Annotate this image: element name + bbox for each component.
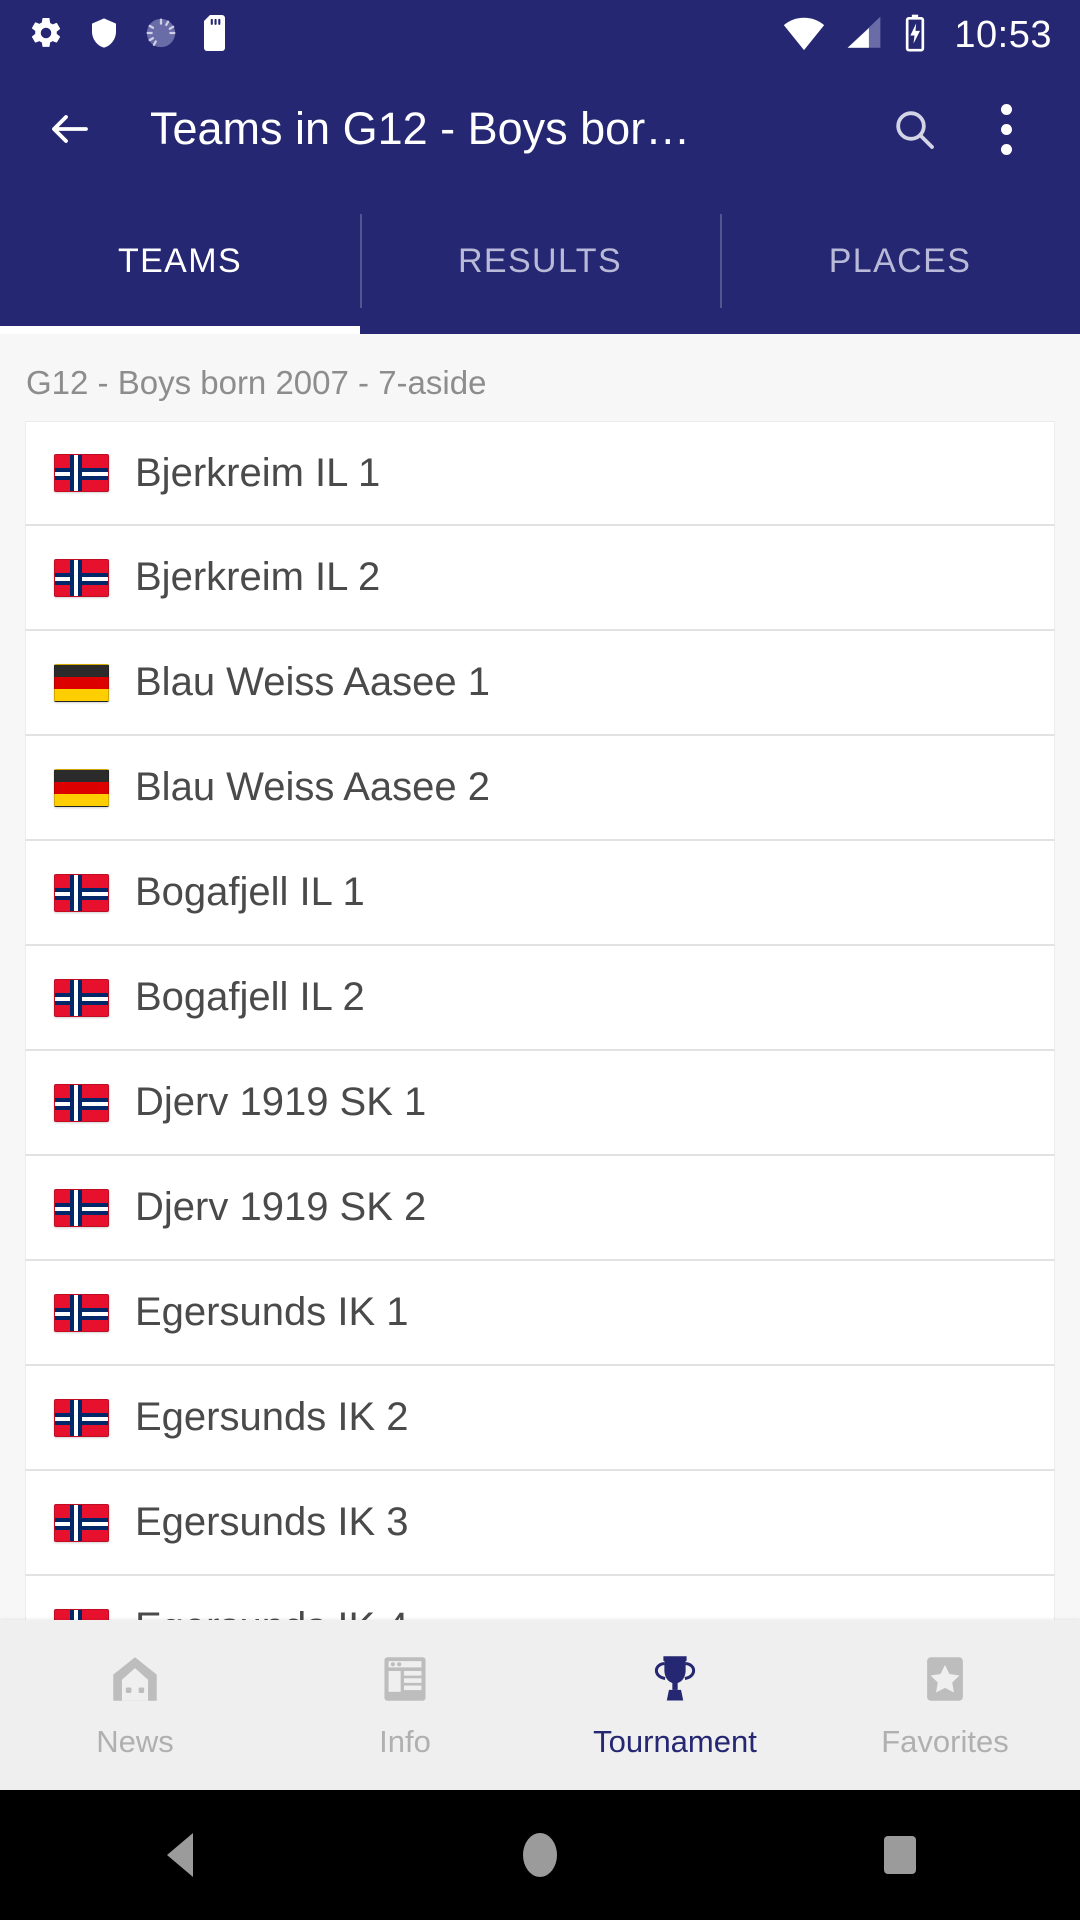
team-list-item[interactable]: Bjerkreim IL 2 (25, 526, 1055, 631)
team-name: Bogafjell IL 2 (135, 975, 365, 1019)
team-list-item[interactable]: Blau Weiss Aasee 2 (25, 736, 1055, 841)
android-recents-icon (884, 1836, 916, 1874)
overflow-menu-button[interactable] (970, 93, 1042, 165)
status-bar-left-icons (28, 14, 230, 56)
team-list-item[interactable]: Egersunds IK 2 (25, 1366, 1055, 1471)
tab-results-label: RESULTS (457, 241, 623, 280)
battery-charging-icon (902, 13, 928, 58)
article-icon (384, 1657, 426, 1701)
sd-card-icon (202, 14, 230, 56)
team-name: Egersunds IK 2 (135, 1395, 409, 1439)
app-bar: Teams in G12 - Boys bor… (0, 70, 1080, 188)
app-screen: 10:53 Teams in G12 - Boys bor… TEAMS RES… (0, 0, 1080, 1920)
flag-norway-icon (54, 1188, 109, 1227)
team-name: Djerv 1919 SK 1 (135, 1080, 427, 1124)
team-list-item[interactable]: Egersunds IK 4 (25, 1576, 1055, 1620)
flag-norway-icon (54, 873, 109, 912)
nav-item-info[interactable]: Info (270, 1650, 540, 1760)
android-back-icon (167, 1833, 193, 1877)
team-name: Blau Weiss Aasee 2 (135, 765, 491, 809)
tab-places-label: PLACES (828, 241, 972, 280)
flag-norway-icon (54, 558, 109, 597)
flag-norway-icon (54, 978, 109, 1017)
team-name: Bogafjell IL 1 (135, 870, 365, 914)
nav-item-tournament[interactable]: Tournament (540, 1650, 810, 1760)
settings-gear-icon (28, 15, 64, 56)
team-list-item[interactable]: Bjerkreim IL 1 (25, 421, 1055, 526)
team-name: Egersunds IK 4 (135, 1605, 409, 1620)
team-list-item[interactable]: Djerv 1919 SK 1 (25, 1051, 1055, 1156)
team-name: Blau Weiss Aasee 1 (135, 660, 491, 704)
tab-teams-label: TEAMS (117, 241, 243, 280)
android-recents-button[interactable] (720, 1836, 1080, 1874)
page-title: Teams in G12 - Boys bor… (150, 103, 691, 154)
android-back-button[interactable] (0, 1833, 360, 1877)
content-area[interactable]: G12 - Boys born 2007 - 7-aside Bjerkreim… (0, 334, 1080, 1620)
android-system-nav (0, 1790, 1080, 1920)
nav-item-favorites[interactable]: Favorites (810, 1650, 1080, 1760)
flag-norway-icon (54, 1083, 109, 1122)
flag-norway-icon (54, 1608, 109, 1620)
search-button[interactable] (878, 93, 950, 165)
team-list-item[interactable]: Bogafjell IL 1 (25, 841, 1055, 946)
cellular-signal-icon (844, 15, 884, 56)
category-subtitle: G12 - Boys born 2007 - 7-aside (26, 364, 487, 401)
status-bar: 10:53 (0, 0, 1080, 70)
flag-germany-icon (54, 663, 109, 702)
bottom-navigation: News Info Tournament Favorites (0, 1620, 1080, 1790)
team-name: Bjerkreim IL 1 (135, 450, 381, 495)
home-icon (113, 1657, 157, 1701)
more-vert-icon (1000, 103, 1012, 155)
nav-label-favorites: Favorites (881, 1724, 1009, 1759)
nav-label-news: News (96, 1724, 174, 1759)
sync-spinner-icon (144, 16, 178, 55)
trophy-icon (654, 1656, 696, 1701)
team-list[interactable]: Bjerkreim IL 1 Bjerkreim IL 2 Blau Weiss A… (25, 421, 1055, 1620)
tab-divider (720, 214, 722, 308)
status-bar-clock: 10:53 (954, 14, 1052, 56)
team-name: Egersunds IK 3 (135, 1500, 409, 1544)
star-icon (927, 1657, 963, 1701)
tab-divider (360, 214, 362, 308)
nav-item-news[interactable]: News (0, 1650, 270, 1760)
flag-norway-icon (54, 454, 109, 492)
tab-bar: TEAMS RESULTS PLACES (0, 188, 1080, 334)
status-bar-right-icons: 10:53 (782, 13, 1052, 58)
tab-teams[interactable]: TEAMS (0, 188, 360, 334)
team-name: Bjerkreim IL 2 (135, 555, 381, 599)
flag-germany-icon (54, 768, 109, 807)
flag-norway-icon (54, 1398, 109, 1437)
team-name: Egersunds IK 1 (135, 1290, 409, 1334)
team-list-item[interactable]: Djerv 1919 SK 2 (25, 1156, 1055, 1261)
android-home-icon (523, 1833, 557, 1877)
team-list-item[interactable]: Egersunds IK 3 (25, 1471, 1055, 1576)
back-arrow-icon (52, 115, 88, 143)
team-list-item[interactable]: Egersunds IK 1 (25, 1261, 1055, 1366)
flag-norway-icon (54, 1503, 109, 1542)
wifi-icon (782, 15, 826, 56)
tab-results[interactable]: RESULTS (360, 188, 720, 334)
shield-icon (88, 15, 120, 56)
nav-label-info: Info (379, 1724, 431, 1759)
search-icon (896, 111, 934, 149)
team-list-item[interactable]: Bogafjell IL 2 (25, 946, 1055, 1051)
tab-places[interactable]: PLACES (720, 188, 1080, 334)
team-name: Djerv 1919 SK 2 (135, 1185, 427, 1229)
android-home-button[interactable] (360, 1833, 720, 1877)
flag-norway-icon (54, 1293, 109, 1332)
back-button[interactable] (34, 93, 106, 165)
nav-label-tournament: Tournament (593, 1724, 757, 1759)
tab-active-indicator (0, 326, 360, 334)
team-list-item[interactable]: Blau Weiss Aasee 1 (25, 631, 1055, 736)
